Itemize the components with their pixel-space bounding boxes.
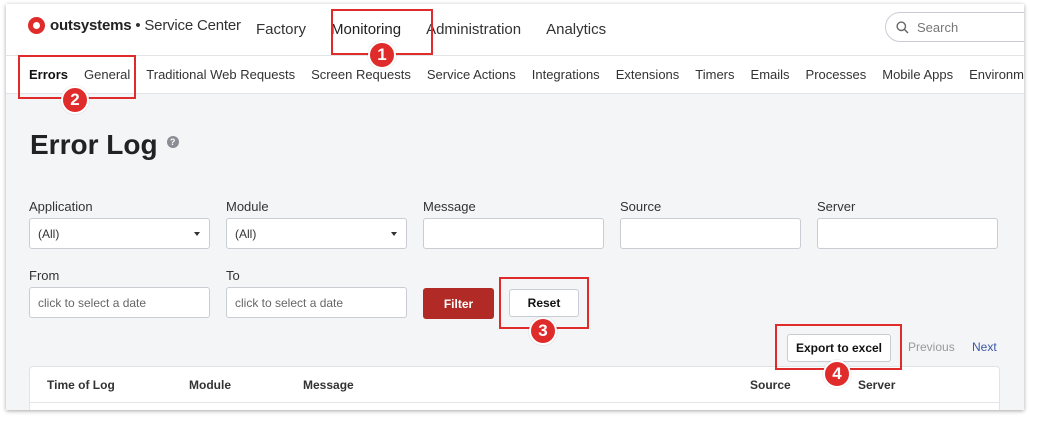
module-label: Module bbox=[226, 199, 269, 214]
column-header-module[interactable]: Module bbox=[189, 378, 231, 392]
outsystems-logo-icon bbox=[28, 17, 45, 34]
column-header-message[interactable]: Message bbox=[303, 378, 354, 392]
pager-next[interactable]: Next bbox=[972, 340, 997, 354]
annotation-badge-4: 4 bbox=[823, 360, 851, 388]
message-label: Message bbox=[423, 199, 476, 214]
chevron-down-icon bbox=[391, 232, 397, 236]
search-box[interactable] bbox=[885, 12, 1024, 42]
server-label: Server bbox=[817, 199, 856, 214]
chevron-down-icon bbox=[194, 232, 200, 236]
filter-button[interactable]: Filter bbox=[423, 288, 494, 319]
annotation-badge-1: 1 bbox=[368, 41, 396, 69]
from-date-input[interactable]: click to select a date bbox=[29, 287, 210, 318]
brand-logo[interactable]: outsystems • Service Center bbox=[28, 17, 241, 34]
help-icon[interactable]: ? bbox=[166, 136, 179, 148]
module-select-value: (All) bbox=[235, 226, 257, 241]
subnav-service-actions[interactable]: Service Actions bbox=[427, 67, 516, 82]
module-select[interactable]: (All) bbox=[226, 218, 407, 249]
topnav-administration[interactable]: Administration bbox=[426, 21, 521, 38]
application-label: Application bbox=[29, 199, 93, 214]
subnav-emails[interactable]: Emails bbox=[751, 67, 790, 82]
search-input[interactable] bbox=[915, 18, 1024, 36]
application-select-value: (All) bbox=[38, 226, 60, 241]
to-date-input[interactable]: click to select a date bbox=[226, 287, 407, 318]
column-header-source[interactable]: Source bbox=[750, 378, 791, 392]
subnav-processes[interactable]: Processes bbox=[806, 67, 867, 82]
annotation-badge-2: 2 bbox=[61, 86, 89, 114]
to-label: To bbox=[226, 268, 240, 283]
subnav-extensions[interactable]: Extensions bbox=[616, 67, 680, 82]
subnav-screen-requests[interactable]: Screen Requests bbox=[311, 67, 411, 82]
topnav-analytics[interactable]: Analytics bbox=[546, 21, 606, 38]
top-bar: outsystems • Service Center Factory Moni… bbox=[6, 4, 1024, 56]
top-navigation: Factory Monitoring Administration Analyt… bbox=[256, 4, 631, 55]
page-title: Error Log ? bbox=[30, 129, 179, 161]
server-input[interactable] bbox=[817, 218, 998, 249]
message-input[interactable] bbox=[423, 218, 604, 249]
page-title-text: Error Log bbox=[30, 129, 158, 160]
subnav-traditional-web-requests[interactable]: Traditional Web Requests bbox=[146, 67, 295, 82]
table-divider bbox=[30, 402, 999, 403]
column-header-time-of-log[interactable]: Time of Log bbox=[47, 378, 115, 392]
application-select[interactable]: (All) bbox=[29, 218, 210, 249]
source-label: Source bbox=[620, 199, 662, 214]
brand-text: outsystems • Service Center bbox=[50, 17, 241, 34]
app-window: outsystems • Service Center Factory Moni… bbox=[6, 4, 1024, 410]
topnav-factory[interactable]: Factory bbox=[256, 21, 306, 38]
search-icon bbox=[896, 20, 909, 34]
from-label: From bbox=[29, 268, 60, 283]
subnav-environment-health[interactable]: Environment He bbox=[969, 67, 1024, 82]
error-log-table: Time of Log Module Message Source Server bbox=[29, 366, 1000, 410]
sub-navigation: Errors General Traditional Web Requests … bbox=[6, 56, 1024, 94]
subnav-integrations[interactable]: Integrations bbox=[532, 67, 600, 82]
subnav-mobile-apps[interactable]: Mobile Apps bbox=[882, 67, 953, 82]
column-header-server[interactable]: Server bbox=[858, 378, 895, 392]
pager-previous[interactable]: Previous bbox=[908, 340, 955, 354]
subnav-timers[interactable]: Timers bbox=[695, 67, 734, 82]
annotation-badge-3: 3 bbox=[529, 317, 557, 345]
source-input[interactable] bbox=[620, 218, 801, 249]
